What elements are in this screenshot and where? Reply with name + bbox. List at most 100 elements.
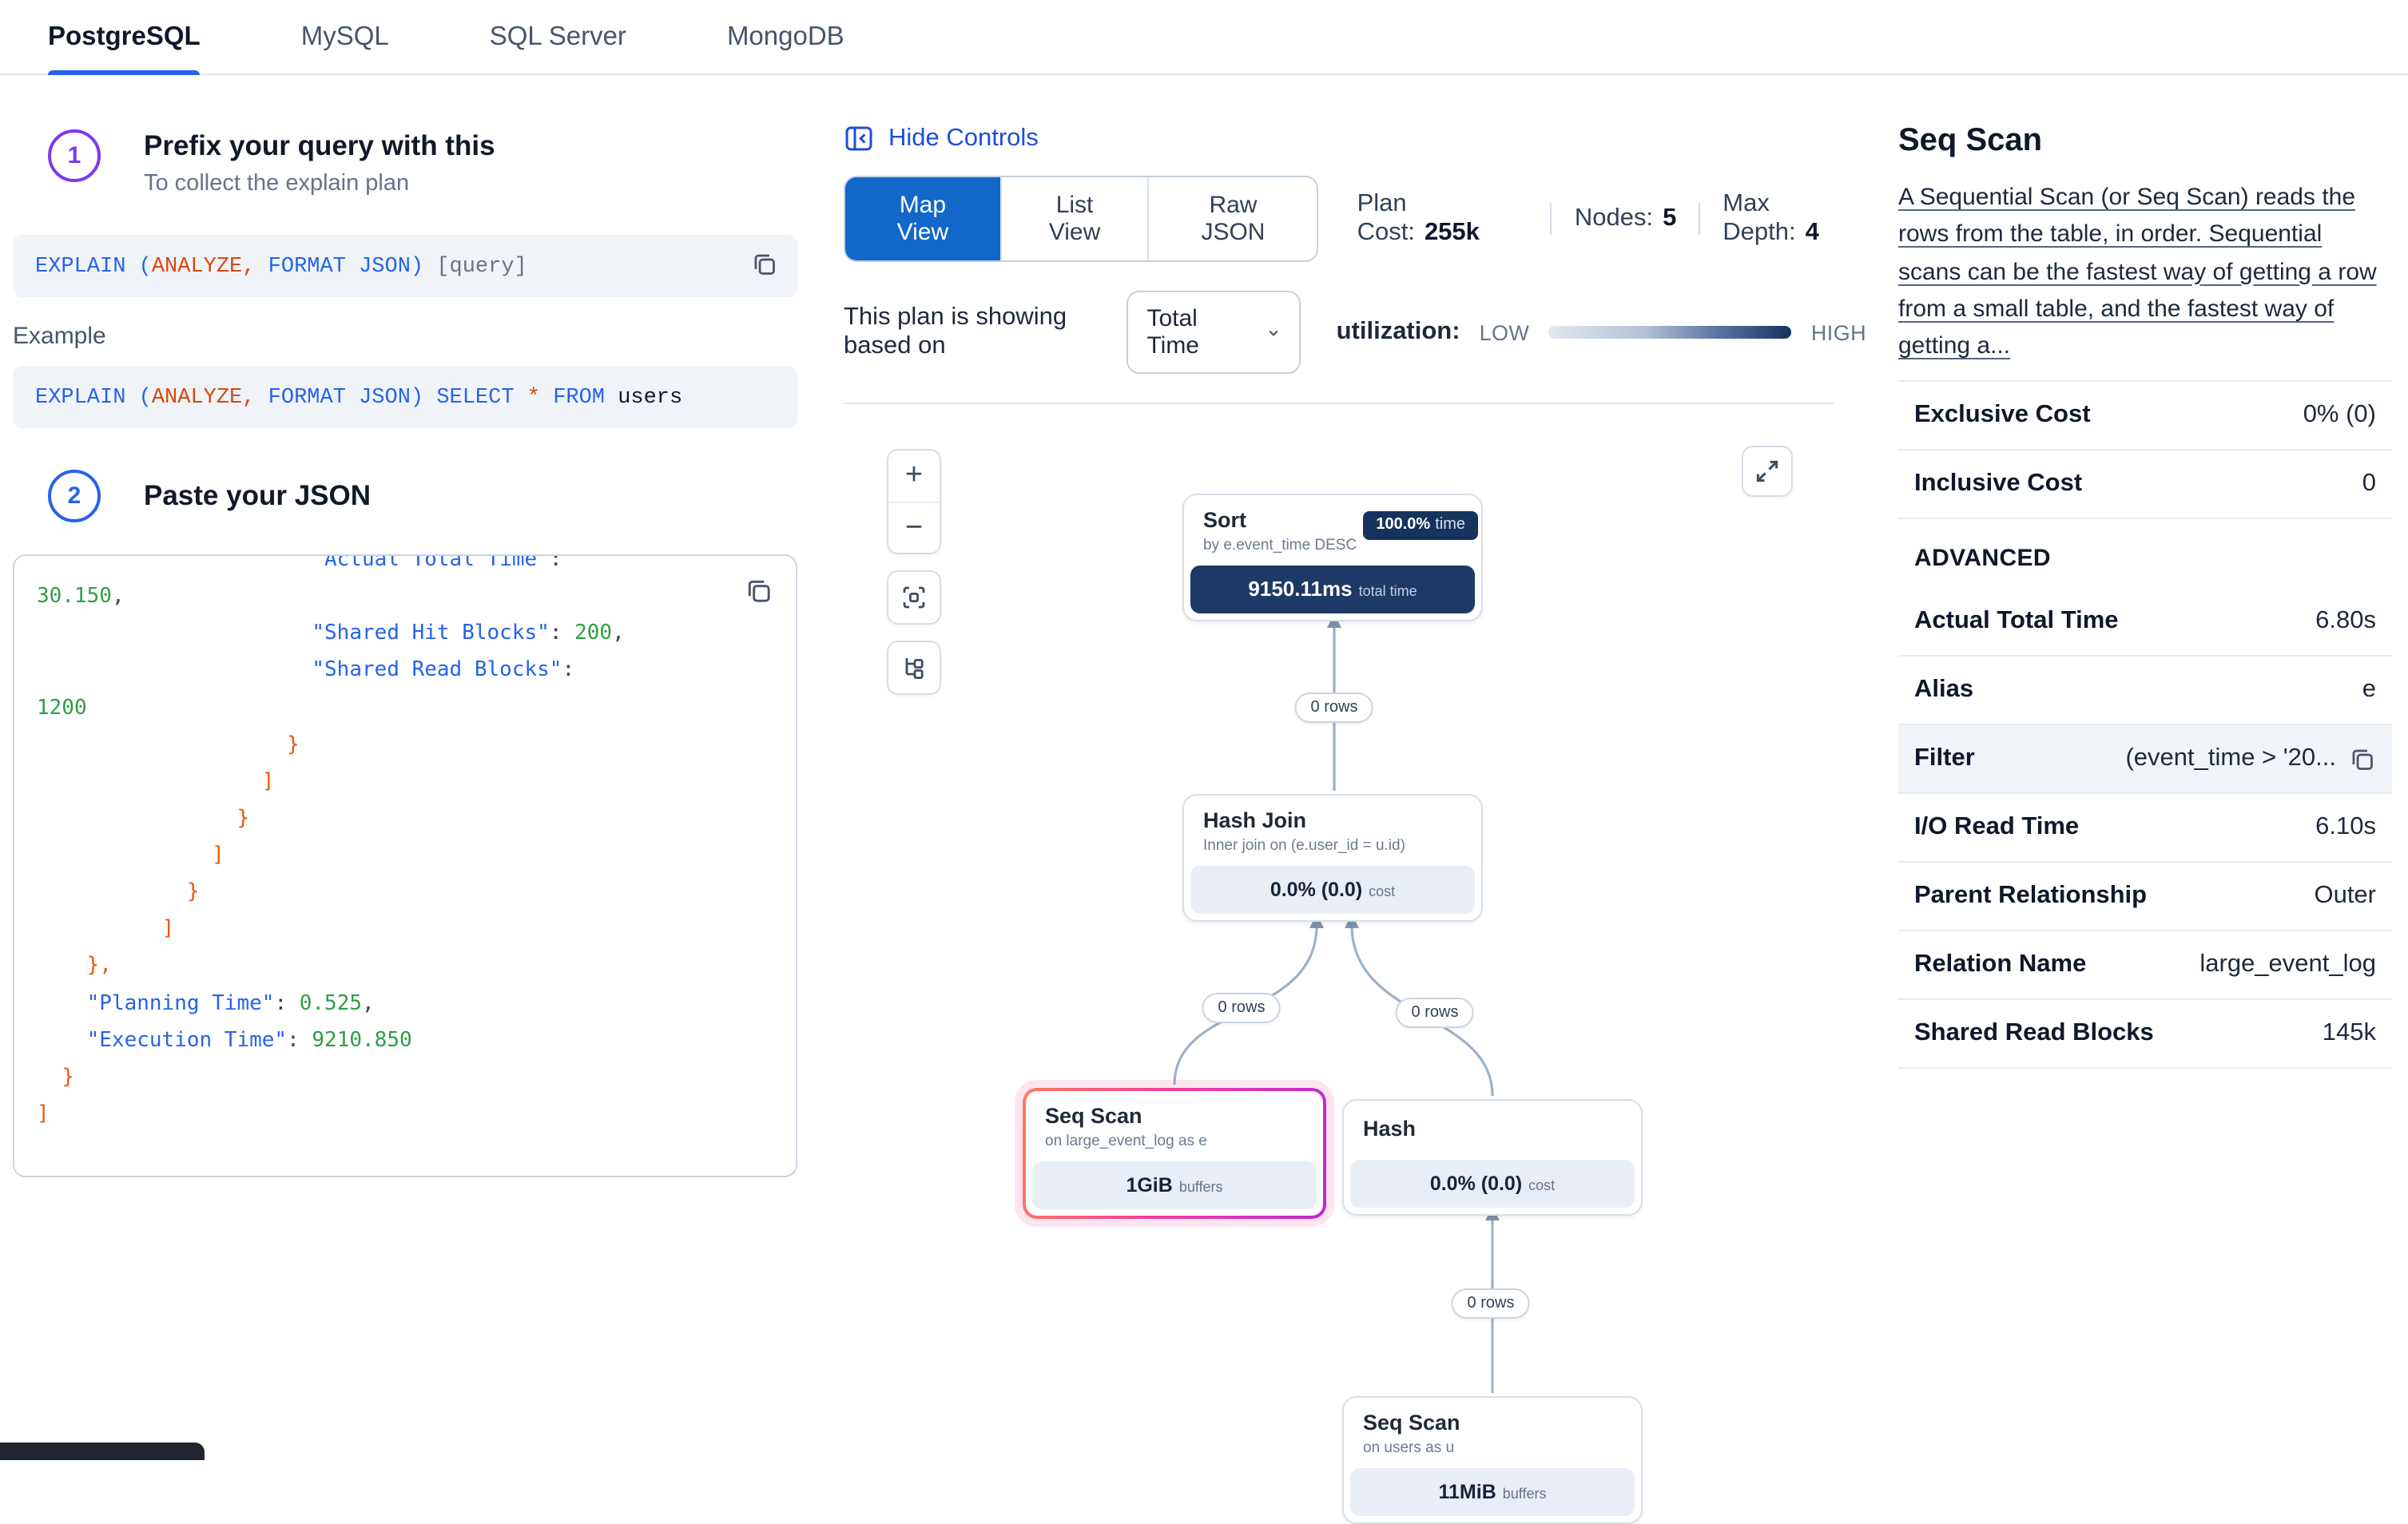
node-cost-bar: 0.0% (0.0)cost bbox=[1190, 866, 1475, 914]
plan-node-hash[interactable]: Hash 0.0% (0.0)cost bbox=[1342, 1099, 1643, 1216]
zoom-out-button[interactable]: − bbox=[888, 502, 940, 553]
stat-value: 4 bbox=[1806, 219, 1819, 246]
badge-unit: time bbox=[1435, 516, 1465, 534]
json-input[interactable]: "Actual Total Time": 30.150, "Shared Hit… bbox=[13, 554, 797, 1177]
node-title: Seq Scan bbox=[1045, 1104, 1304, 1129]
detail-label: Exclusive Cost bbox=[1914, 402, 2091, 431]
map-view-button[interactable]: Map View bbox=[845, 177, 1000, 260]
metric-select[interactable]: Total Time bbox=[1126, 291, 1301, 374]
detail-label: Actual Total Time bbox=[1914, 608, 2119, 637]
details-title: Seq Scan bbox=[1898, 123, 2392, 160]
node-subtitle: on users as u bbox=[1363, 1439, 1622, 1457]
explain-prefix-code: EXPLAIN (ANALYZE, FORMAT JSON) [query] bbox=[13, 235, 797, 297]
plan-main: Hide Controls Map View List View Raw JSO… bbox=[810, 75, 1866, 1460]
badge-value: 100.0% bbox=[1376, 516, 1430, 534]
detail-row-actual-total-time: Actual Total Time 6.80s bbox=[1898, 589, 2392, 657]
plan-node-hash-join[interactable]: Hash Join Inner join on (e.user_id = u.i… bbox=[1182, 794, 1483, 922]
zoom-toolbar: + − bbox=[887, 449, 941, 695]
detail-value: Outer bbox=[2314, 883, 2376, 911]
step-1-number: 1 bbox=[48, 129, 101, 182]
detail-value: 0 bbox=[2362, 470, 2376, 499]
stat-label: Plan Cost: bbox=[1357, 190, 1415, 246]
node-subtitle: on large_event_log as e bbox=[1045, 1133, 1304, 1150]
stat-value: 5 bbox=[1663, 204, 1676, 232]
detail-row-alias: Alias e bbox=[1898, 657, 2392, 726]
copy-json-button[interactable] bbox=[741, 575, 777, 610]
raw-json-button[interactable]: Raw JSON bbox=[1147, 177, 1317, 260]
clipped-toast bbox=[0, 1443, 205, 1460]
copy-icon[interactable] bbox=[2349, 746, 2376, 773]
metric-controls-row: This plan is showing based on Total Time… bbox=[844, 291, 1866, 374]
edge-rows-pill: 0 rows bbox=[1452, 1288, 1531, 1319]
panel-collapse-icon bbox=[844, 123, 874, 153]
app-root: PostgreSQL MySQL SQL Server MongoDB 1 Pr… bbox=[0, 0, 2408, 1460]
details-rows: Exclusive Cost 0% (0) Inclusive Cost 0 A… bbox=[1898, 381, 2392, 1070]
explain-example-text: EXPLAIN (ANALYZE, FORMAT JSON) SELECT * … bbox=[35, 387, 682, 411]
detail-value: 6.10s bbox=[2315, 814, 2376, 843]
node-buffers-bar: 1GiB buffers bbox=[1032, 1161, 1317, 1209]
detail-row-filter: Filter (event_time > '20... bbox=[1898, 726, 2392, 795]
detail-value: e bbox=[2362, 677, 2376, 705]
node-unit: buffers bbox=[1179, 1179, 1223, 1195]
plan-map-canvas[interactable]: 0 rows 0 rows 0 rows 0 rows 100.0%time S… bbox=[844, 404, 1866, 1510]
explain-example-code: EXPLAIN (ANALYZE, FORMAT JSON) SELECT * … bbox=[13, 366, 797, 428]
step-2: 2 Paste your JSON bbox=[13, 470, 797, 522]
detail-row-parent-relationship: Parent Relationship Outer bbox=[1898, 863, 2392, 932]
stat-value: 255k bbox=[1425, 219, 1480, 246]
hide-controls-link[interactable]: Hide Controls bbox=[844, 123, 1039, 153]
list-view-button[interactable]: List View bbox=[1000, 177, 1148, 260]
node-unit: total time bbox=[1359, 583, 1417, 599]
detail-row-shared-read-blocks: Shared Read Blocks 145k bbox=[1898, 1001, 2392, 1070]
utilization-label: utilization: bbox=[1337, 318, 1460, 347]
node-unit: buffers bbox=[1503, 1486, 1547, 1502]
details-description[interactable]: A Sequential Scan (or Seq Scan) reads th… bbox=[1898, 179, 2392, 365]
edge-rows-pill: 0 rows bbox=[1295, 693, 1374, 723]
tab-mongodb[interactable]: MongoDB bbox=[727, 0, 844, 73]
fit-view-button[interactable] bbox=[888, 572, 940, 623]
layout-tree-button[interactable] bbox=[888, 642, 940, 693]
detail-value: 6.80s bbox=[2315, 608, 2376, 637]
plan-node-sort[interactable]: 100.0%time Sort by e.event_time DESC 915… bbox=[1182, 494, 1483, 621]
node-value: 1GiB bbox=[1126, 1174, 1172, 1197]
detail-value: 145k bbox=[2323, 1020, 2376, 1049]
node-unit: cost bbox=[1528, 1177, 1555, 1193]
json-input-content: "Actual Total Time": 30.150, "Shared Hit… bbox=[14, 554, 796, 1152]
node-title: Seq Scan bbox=[1363, 1411, 1622, 1436]
node-cost-bar: 0.0% (0.0)cost bbox=[1350, 1160, 1635, 1208]
tab-mysql[interactable]: MySQL bbox=[301, 0, 389, 73]
view-toggle: Map View List View Raw JSON bbox=[844, 176, 1319, 262]
copy-button[interactable] bbox=[746, 249, 781, 284]
hide-controls-label: Hide Controls bbox=[888, 124, 1039, 153]
detail-value: 0% (0) bbox=[2303, 402, 2376, 431]
step-2-title: Paste your JSON bbox=[144, 479, 371, 513]
metric-select-value: Total Time bbox=[1146, 305, 1226, 359]
zoom-in-button[interactable]: + bbox=[888, 450, 940, 502]
stat-label: Max Depth: bbox=[1723, 190, 1795, 246]
tab-sql-server[interactable]: SQL Server bbox=[490, 0, 626, 73]
detail-label: Inclusive Cost bbox=[1914, 470, 2082, 499]
stat-label: Nodes: bbox=[1575, 204, 1653, 232]
view-controls-row: Map View List View Raw JSON Plan Cost: 25… bbox=[844, 176, 1866, 262]
fit-view-icon bbox=[900, 583, 928, 612]
tab-postgresql[interactable]: PostgreSQL bbox=[48, 0, 201, 73]
fullscreen-button[interactable] bbox=[1742, 446, 1793, 497]
detail-label: Parent Relationship bbox=[1914, 883, 2147, 911]
detail-value: large_event_log bbox=[2199, 951, 2376, 980]
showing-text: This plan is showing based on bbox=[844, 304, 1107, 361]
database-tabbar: PostgreSQL MySQL SQL Server MongoDB bbox=[0, 0, 2408, 75]
plan-node-seq-scan-users[interactable]: Seq Scan on users as u 11MiB buffers bbox=[1342, 1396, 1643, 1524]
copy-icon bbox=[745, 576, 773, 605]
node-details-sidebar: Seq Scan A Sequential Scan (or Seq Scan)… bbox=[1866, 75, 2408, 1460]
details-section-advanced: ADVANCED bbox=[1898, 520, 2392, 589]
utilization-low-label: LOW bbox=[1480, 320, 1530, 344]
plan-node-seq-scan-events[interactable]: Seq Scan on large_event_log as e 1GiB buf… bbox=[1023, 1088, 1326, 1219]
detail-label: Shared Read Blocks bbox=[1914, 1020, 2154, 1049]
example-label: Example bbox=[13, 323, 797, 350]
left-panel: 1 Prefix your query with this To collect… bbox=[0, 75, 810, 1460]
zoom-out-icon: − bbox=[905, 510, 923, 546]
step-2-number: 2 bbox=[48, 470, 101, 522]
node-title: Hash Join bbox=[1203, 808, 1462, 834]
detail-value: (event_time > '20... bbox=[2125, 745, 2336, 774]
node-value: 11MiB bbox=[1439, 1481, 1496, 1503]
time-percent-badge: 100.0% time bbox=[1363, 511, 1478, 540]
